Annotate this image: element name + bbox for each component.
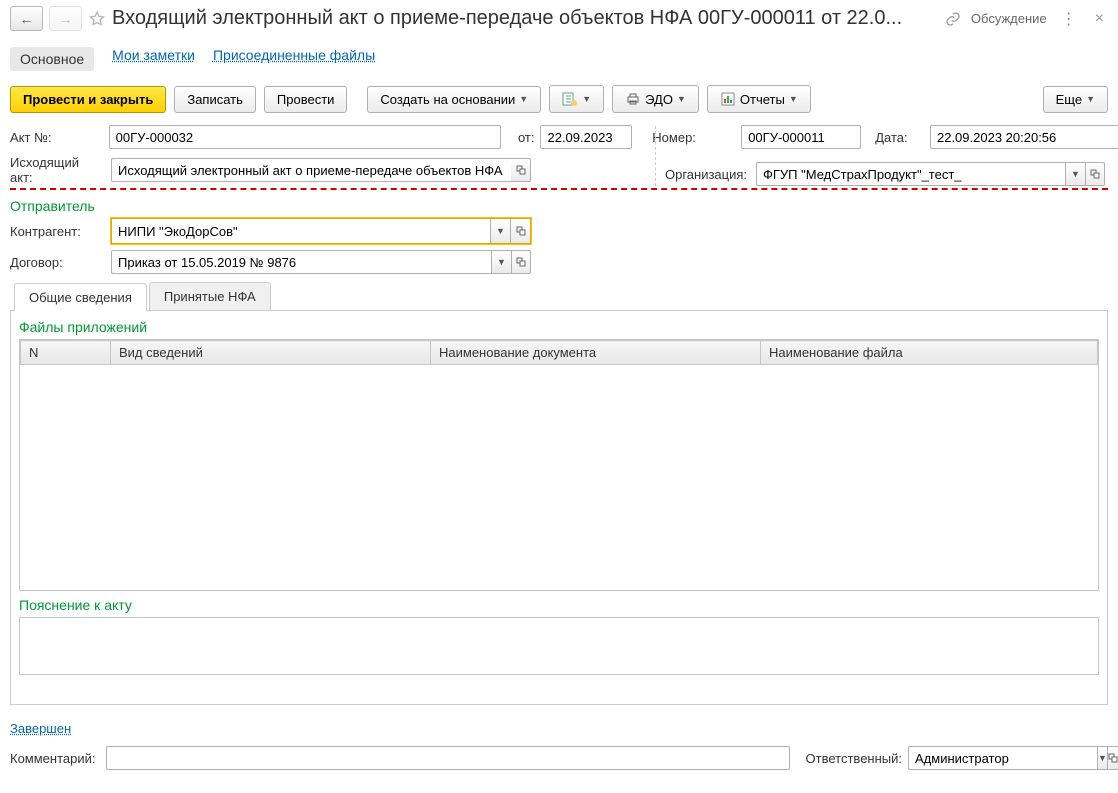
responsible-input[interactable] <box>908 746 1097 770</box>
org-label: Организация: <box>665 167 750 182</box>
caret-down-icon: ▼ <box>677 94 686 104</box>
create-on-label: Создать на основании <box>380 92 515 107</box>
attachments-table: N Вид сведений Наименование документа На… <box>20 340 1098 365</box>
arrow-right-icon: → <box>59 11 73 27</box>
open-button[interactable] <box>1107 746 1118 770</box>
more-label: Еще <box>1056 92 1082 107</box>
number-label: Номер: <box>652 130 735 145</box>
kebab-menu-icon[interactable]: ⋮ <box>1053 9 1085 29</box>
dropdown-button[interactable]: ▼ <box>491 250 511 274</box>
contract-input[interactable] <box>111 250 491 274</box>
post-close-button[interactable]: Провести и закрыть <box>10 86 166 113</box>
contract-label: Договор: <box>10 255 105 270</box>
nav-tab-notes[interactable]: Мои заметки <box>112 47 195 71</box>
caret-down-icon: ▼ <box>519 94 528 104</box>
caret-down-icon: ▼ <box>1098 753 1107 763</box>
col-n[interactable]: N <box>21 341 111 365</box>
open-button[interactable] <box>511 250 531 274</box>
caret-down-icon: ▼ <box>1086 94 1095 104</box>
caret-down-icon: ▼ <box>496 226 505 236</box>
divider <box>655 126 656 186</box>
from-date-input[interactable] <box>540 125 632 149</box>
more-button[interactable]: Еще ▼ <box>1043 86 1108 113</box>
caret-down-icon: ▼ <box>1071 169 1080 179</box>
col-file-name[interactable]: Наименование файла <box>761 341 1098 365</box>
nav-tab-attachments[interactable]: Присоединенные файлы <box>213 47 375 71</box>
back-button[interactable]: ← <box>10 6 43 31</box>
attachments-title: Файлы приложений <box>19 319 1099 335</box>
link-icon[interactable] <box>945 11 961 27</box>
caret-down-icon: ▼ <box>789 94 798 104</box>
date-input[interactable] <box>930 125 1118 149</box>
favorite-icon[interactable] <box>88 10 106 28</box>
responsible-label: Ответственный: <box>806 751 902 766</box>
out-act-input[interactable] <box>111 158 511 182</box>
report-icon <box>720 91 736 107</box>
tab-general[interactable]: Общие сведения <box>14 283 147 311</box>
comment-input[interactable] <box>106 746 790 770</box>
open-icon <box>516 257 526 267</box>
doc-flow-button[interactable]: ▼ <box>549 85 604 113</box>
col-doc-name[interactable]: Наименование документа <box>431 341 761 365</box>
explanation-title: Пояснение к акту <box>19 597 1099 613</box>
nav-tab-main[interactable]: Основное <box>10 47 94 71</box>
docflow-icon <box>562 91 578 107</box>
caret-down-icon: ▼ <box>497 257 506 267</box>
caret-down-icon: ▼ <box>582 94 591 104</box>
arrow-left-icon: ← <box>20 11 34 27</box>
close-icon[interactable]: × <box>1091 10 1108 28</box>
tab-accepted[interactable]: Принятые НФА <box>149 282 271 310</box>
dropdown-button[interactable]: ▼ <box>1065 162 1085 186</box>
reports-label: Отчеты <box>740 92 785 107</box>
open-icon <box>516 226 526 236</box>
page-title: Входящий электронный акт о приеме-переда… <box>112 7 939 30</box>
date-label: Дата: <box>875 130 924 145</box>
open-button[interactable] <box>1085 162 1105 186</box>
print-icon <box>625 91 641 107</box>
open-icon <box>1108 753 1118 763</box>
open-icon <box>516 165 526 175</box>
out-act-label: Исходящий акт: <box>10 155 105 185</box>
number-input[interactable] <box>741 125 861 149</box>
discussion-link[interactable]: Обсуждение <box>967 11 1047 26</box>
attachments-table-wrap: N Вид сведений Наименование документа На… <box>19 339 1099 591</box>
post-button[interactable]: Провести <box>264 86 348 113</box>
dropdown-button[interactable]: ▼ <box>1097 746 1107 770</box>
open-icon <box>1090 169 1100 179</box>
act-no-input[interactable] <box>109 125 502 149</box>
edo-button[interactable]: ЭДО ▼ <box>612 85 699 113</box>
reports-button[interactable]: Отчеты ▼ <box>707 85 811 113</box>
dropdown-button[interactable]: ▼ <box>490 219 510 243</box>
act-no-label: Акт №: <box>10 130 103 145</box>
open-button[interactable] <box>510 219 530 243</box>
open-button[interactable] <box>511 158 531 182</box>
counterparty-label: Контрагент: <box>10 224 105 239</box>
comment-label: Комментарий: <box>10 751 100 766</box>
from-label: от: <box>507 130 534 145</box>
discussion-label: Обсуждение <box>971 11 1047 26</box>
record-button[interactable]: Записать <box>174 86 256 113</box>
col-type[interactable]: Вид сведений <box>111 341 431 365</box>
sender-title: Отправитель <box>10 198 1108 214</box>
create-on-button[interactable]: Создать на основании ▼ <box>367 86 541 113</box>
forward-button[interactable]: → <box>49 6 82 31</box>
counterparty-input[interactable] <box>112 219 490 243</box>
org-input[interactable] <box>756 162 1065 186</box>
status-completed-link[interactable]: Завершен <box>0 713 81 744</box>
edo-label: ЭДО <box>645 92 673 107</box>
explanation-box[interactable] <box>19 617 1099 675</box>
